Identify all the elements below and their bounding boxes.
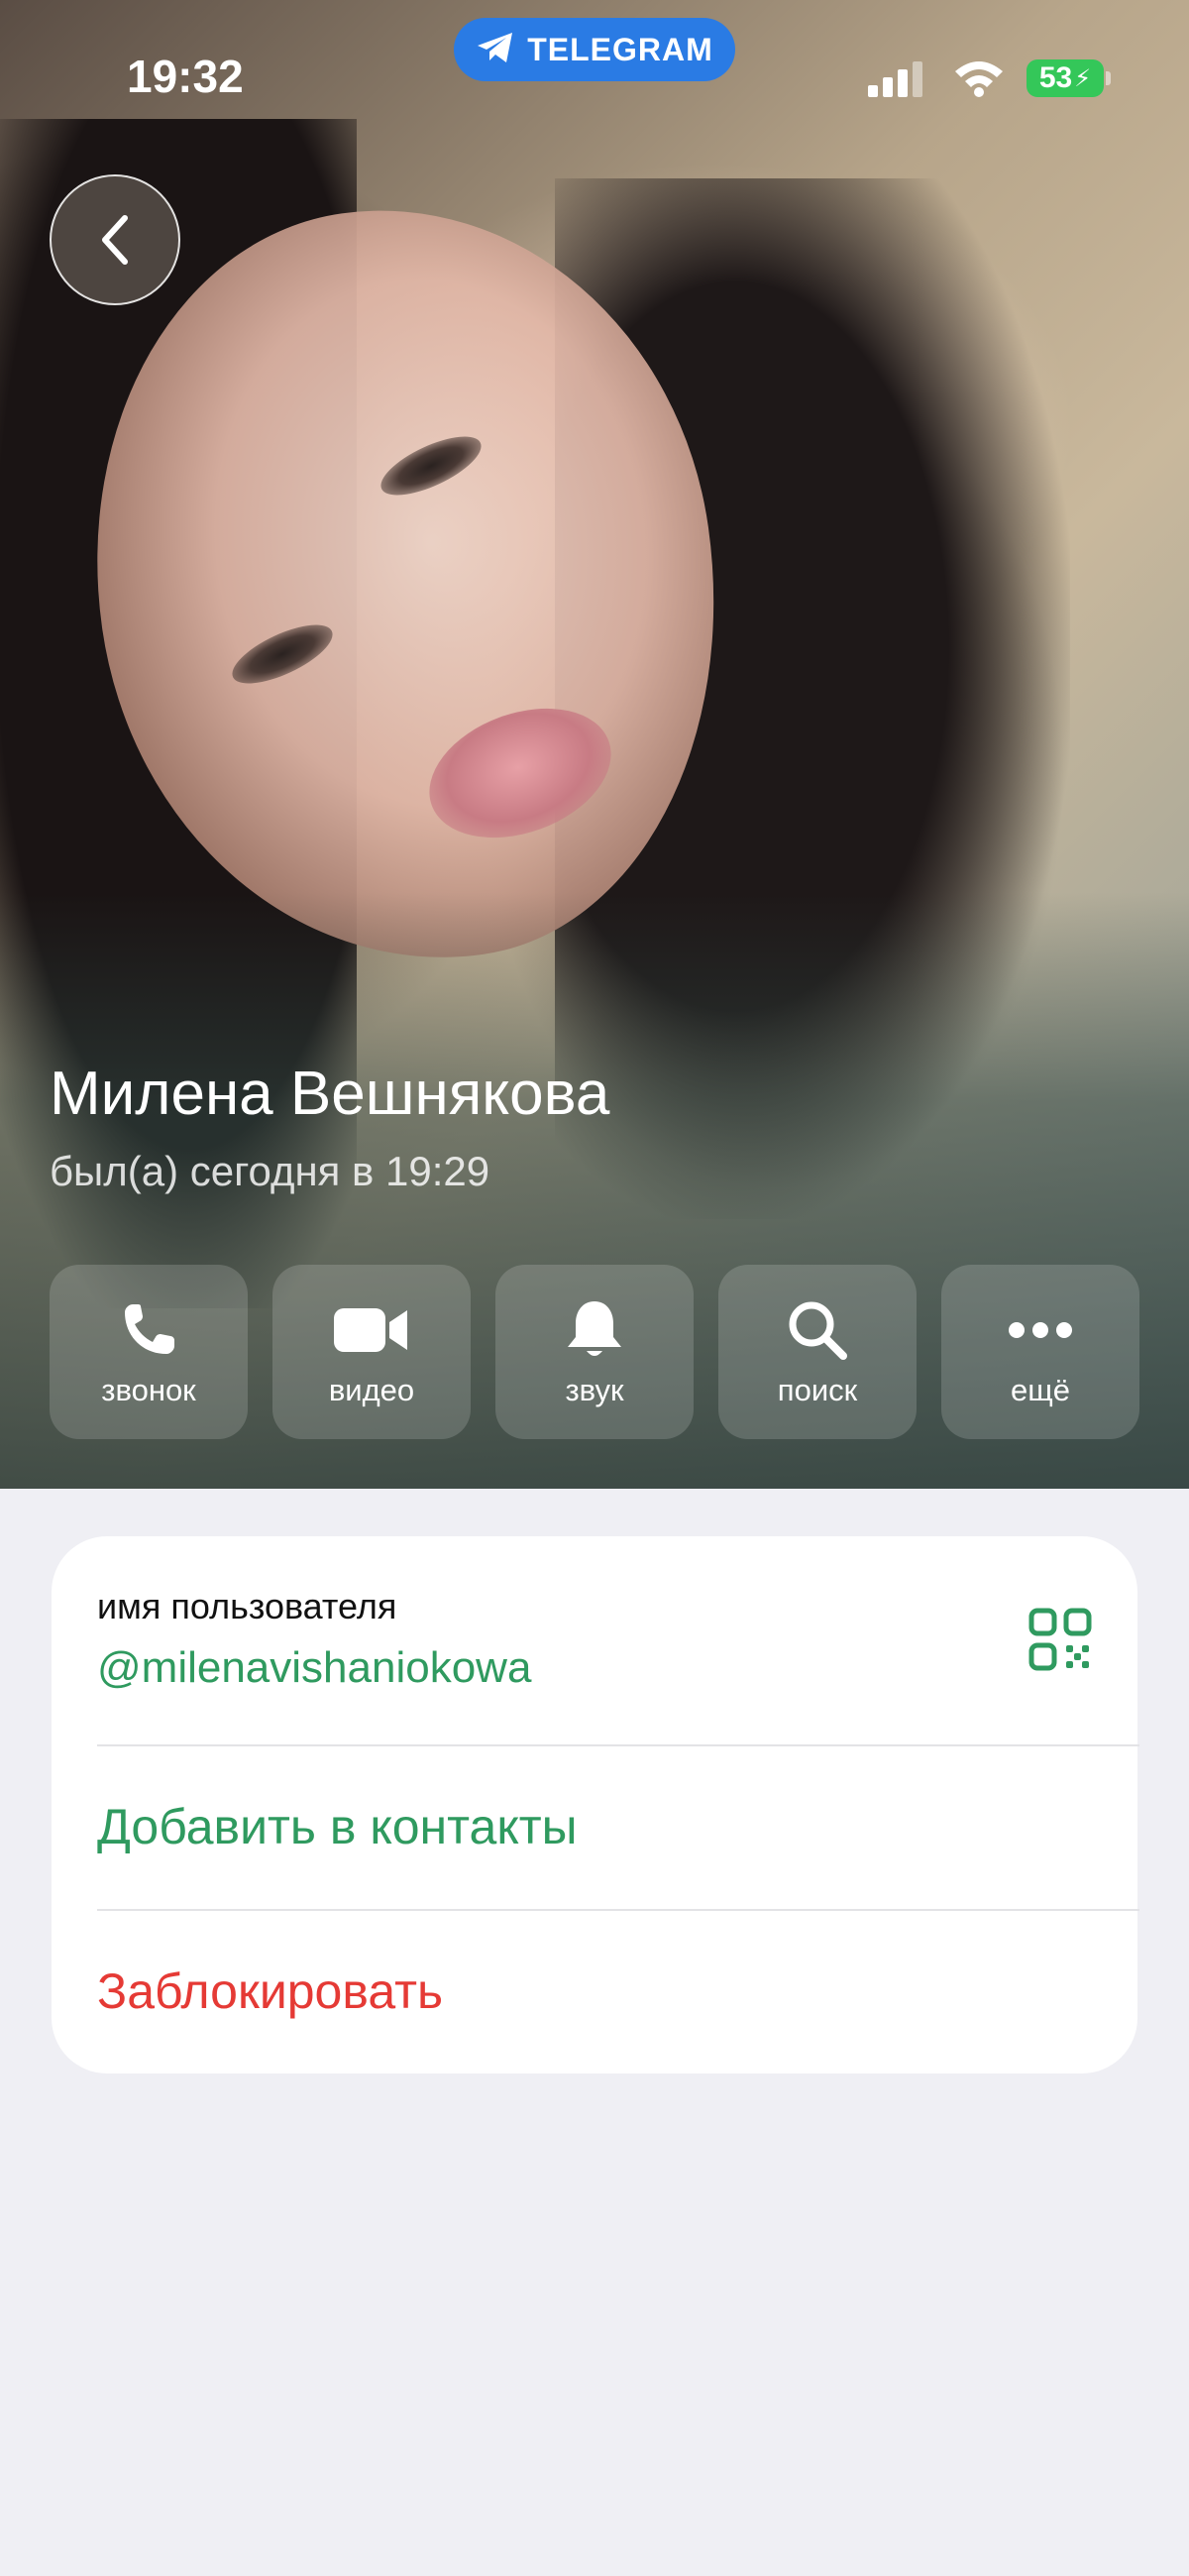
call-button-label: звонок	[101, 1373, 196, 1407]
username-link[interactable]: @milenavishaniokowa	[97, 1643, 531, 1693]
battery-cap	[1106, 71, 1111, 85]
wifi-icon	[953, 57, 1005, 97]
charging-bolt-icon: ⚡	[1074, 64, 1092, 92]
battery-percentage: 53	[1038, 61, 1073, 94]
more-dots-icon	[1009, 1322, 1072, 1338]
last-seen-status: был(а) сегодня в 19:29	[50, 1148, 490, 1194]
block-user-button[interactable]: Заблокировать	[97, 1962, 443, 2020]
cellular-signal-icon	[868, 61, 927, 97]
bell-icon	[568, 1301, 621, 1356]
contact-name: Милена Вешнякова	[50, 1060, 610, 1128]
video-call-button[interactable]: видео	[272, 1265, 471, 1439]
video-camera-icon	[334, 1308, 407, 1352]
phone-icon	[125, 1304, 174, 1354]
search-button-label: поиск	[777, 1373, 858, 1407]
sound-button[interactable]: звук	[495, 1265, 694, 1439]
telegram-pill-label: TELEGRAM	[527, 31, 713, 67]
more-button-label: ещё	[1011, 1373, 1070, 1407]
sound-button-label: звук	[565, 1373, 624, 1407]
status-bar-time: 19:32	[127, 51, 244, 102]
chevron-left-icon	[102, 215, 128, 265]
card-divider	[97, 1909, 1139, 1911]
call-button[interactable]: звонок	[50, 1265, 248, 1439]
profile-info-card: имя пользователя @milenavishaniokowa Доб…	[52, 1536, 1139, 2073]
add-to-contacts-button[interactable]: Добавить в контакты	[97, 1798, 578, 1855]
card-divider	[97, 1744, 1139, 1746]
video-button-label: видео	[328, 1373, 415, 1407]
battery-indicator: 53 ⚡	[1027, 59, 1104, 97]
telegram-app-pill[interactable]: TELEGRAM	[454, 18, 735, 81]
more-button[interactable]: ещё	[941, 1265, 1139, 1439]
qr-code-icon[interactable]	[1028, 1608, 1092, 1671]
telegram-plane-icon	[476, 31, 515, 69]
search-icon	[789, 1301, 847, 1360]
profile-actions: звонок видео звук поиск ещё	[50, 1265, 1139, 1439]
username-label: имя пользователя	[97, 1586, 397, 1626]
back-button[interactable]	[50, 174, 180, 305]
search-button[interactable]: поиск	[718, 1265, 917, 1439]
